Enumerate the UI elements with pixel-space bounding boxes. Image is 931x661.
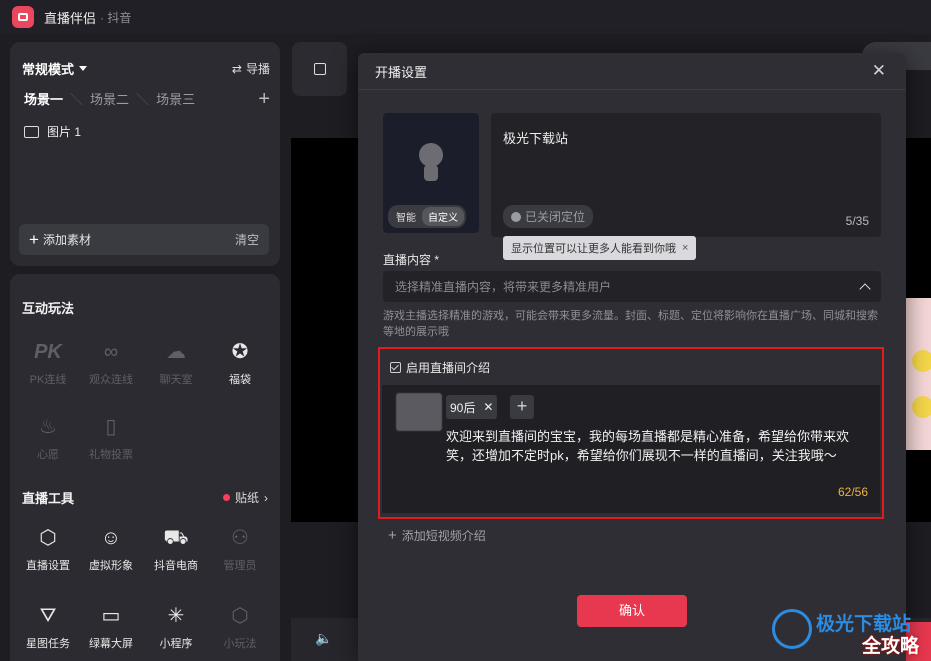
chevron-up-icon (859, 282, 871, 295)
ecommerce-button[interactable]: ⛟ 抖音电商 (146, 526, 206, 573)
tab-custom[interactable]: 自定义 (422, 207, 464, 226)
tab-scene-1[interactable]: 场景一 (24, 89, 63, 108)
edit-icon (313, 63, 326, 75)
plus-icon: + (29, 229, 39, 249)
live-settings-button[interactable]: ⬡ 直播设置 (18, 526, 78, 573)
settings-hex-icon: ⬡ (39, 527, 57, 549)
add-scene-icon[interactable]: + (258, 89, 270, 109)
placeholder-figure-icon (419, 143, 443, 167)
mini-program-icon: ✳ (167, 605, 185, 627)
speaker-icon[interactable]: 🔈 (315, 630, 332, 647)
mode-dropdown[interactable]: 常规模式 (22, 59, 88, 78)
bar-chart-icon: ▯ (105, 416, 117, 438)
lucky-bag-button[interactable]: ✪ 福袋 (210, 340, 270, 387)
monitor-icon: ▭ (101, 605, 121, 627)
title-char-count: 5/35 (845, 214, 869, 228)
wish-button[interactable]: ♨ 心愿 (18, 415, 78, 462)
app-title: 直播伴侣 (44, 10, 97, 26)
avatar-icon: ☺ (100, 527, 122, 549)
location-dot-icon (511, 211, 521, 222)
lamp-icon: ♨ (39, 416, 57, 438)
app-logo-icon (12, 6, 34, 28)
tag-chip: 90后 ✕ (446, 395, 498, 419)
green-screen-button[interactable]: ▭ 绿幕大屏 (81, 604, 141, 651)
stream-title-input[interactable]: 极光下载站 已关闭定位 5/35 (491, 113, 881, 237)
lucky-bag-icon: ✪ (231, 341, 249, 363)
chatroom-button[interactable]: ☁ 聊天室 (146, 340, 206, 387)
location-tooltip: 显示位置可以让更多人能看到你哦 × (503, 236, 697, 260)
tooltip-close-icon[interactable]: × (682, 242, 688, 254)
swap-icon: ⇄ (231, 61, 242, 76)
mini-game-icon: ⬡ (231, 605, 249, 627)
add-tag-button[interactable]: + (510, 395, 534, 419)
title-bar: 直播伴侣 · 抖音 (0, 0, 931, 34)
intro-highlight-box: 启用直播间介绍 90后 ✕ + 欢迎来到直播间的宝宝，我的每场直播都是精心准备，… (378, 347, 884, 519)
tab-scene-3[interactable]: 场景三 (156, 89, 195, 108)
tab-smart[interactable]: 智能 (390, 207, 422, 226)
link-icon: ∞ (103, 341, 119, 363)
tools-title: 直播工具 (22, 491, 75, 506)
sun-sticker-icon (912, 350, 931, 372)
avatar-button[interactable]: ☺ 虚拟形象 (81, 526, 141, 573)
mini-game-button[interactable]: ⬡ 小玩法 (210, 604, 270, 651)
sources-panel: 常规模式 ⇄ 导播 场景一 ＼ 场景二 ＼ 场景三 + 图片 1 + 添加素材 … (10, 42, 280, 266)
scene-tabs: 场景一 ＼ 场景二 ＼ 场景三 + (24, 87, 270, 110)
guide-button[interactable]: ⇄ 导播 (232, 60, 270, 77)
intro-char-count: 62/56 (837, 485, 868, 499)
modal-title: 开播设置 (375, 64, 428, 80)
intro-thumbnail (396, 393, 442, 431)
tools-panel: 互动玩法 PK PK连线 ∞ 观众连线 ☁ 聊天室 ✪ 福袋 ♨ 心愿 ▯ 礼物… (10, 274, 280, 661)
watermark-logo: 极光下载站 全攻略 (770, 605, 930, 661)
live-settings-modal: 开播设置 ✕ 智能 自定义 极光下载站 已关闭定位 5/35 显示位置可以让更多… (358, 53, 906, 661)
cart-icon: ⛟ (163, 527, 189, 549)
tag-remove-icon[interactable]: ✕ (483, 400, 493, 414)
content-select[interactable]: 选择精准直播内容，将带来更多精准用户 (383, 271, 881, 302)
sun-sticker-icon (912, 396, 931, 418)
pk-connect-button[interactable]: PK PK连线 (18, 340, 78, 387)
app-subtitle: · 抖音 (100, 10, 132, 25)
plus-icon: + (388, 527, 397, 544)
close-icon[interactable]: ✕ (872, 62, 886, 79)
sticker-button[interactable]: 贴纸 › (222, 489, 268, 506)
add-source-bar: + 添加素材 清空 (19, 224, 269, 255)
mini-program-button[interactable]: ✳ 小程序 (146, 604, 206, 651)
intro-text[interactable]: 欢迎来到直播间的宝宝，我的每场直播都是精心准备，希望给你带来欢笑，还增加不定时p… (446, 427, 872, 465)
gift-vote-button[interactable]: ▯ 礼物投票 (81, 415, 141, 462)
clear-button[interactable]: 清空 (235, 231, 259, 248)
add-video-button[interactable]: + 添加短视频介绍 (388, 527, 486, 544)
chevron-right-icon: › (264, 490, 268, 505)
image-icon (24, 125, 39, 138)
add-source-button[interactable]: 添加素材 (43, 231, 91, 248)
content-hint: 游戏主播选择精准的游戏，可能会带来更多流量。封面、标题、定位将影响你在直播广场、… (383, 310, 878, 338)
tab-scene-2[interactable]: 场景二 (90, 89, 129, 108)
admin-icon: ⚇ (231, 527, 249, 549)
confirm-button[interactable]: 确认 (577, 595, 687, 627)
chat-cloud-icon: ☁ (166, 341, 186, 363)
admin-button[interactable]: ⚇ 管理员 (210, 526, 270, 573)
interact-title: 互动玩法 (22, 301, 75, 316)
globe-logo-icon (772, 609, 812, 649)
star-task-icon: ⛛ (39, 605, 57, 627)
star-task-button[interactable]: ⛛ 星图任务 (18, 604, 78, 651)
caret-down-icon (79, 66, 88, 71)
edit-tool-button[interactable] (292, 42, 347, 96)
intro-toggle[interactable]: 启用直播间介绍 (382, 351, 880, 383)
location-toggle[interactable]: 已关闭定位 (503, 205, 594, 228)
intro-editor[interactable]: 90后 ✕ + 欢迎来到直播间的宝宝，我的每场直播都是精心准备，希望给你带来欢笑… (382, 385, 880, 513)
checkbox-checked-icon[interactable] (390, 361, 401, 373)
preview-image (906, 298, 931, 450)
content-label: 直播内容 * (383, 253, 440, 267)
source-item[interactable]: 图片 1 (24, 123, 81, 140)
notification-dot (222, 494, 230, 501)
pk-icon: PK (34, 341, 62, 363)
audience-connect-button[interactable]: ∞ 观众连线 (81, 340, 141, 387)
cover-mode-tabs: 智能 自定义 (388, 205, 466, 228)
cover-image[interactable]: 智能 自定义 (383, 113, 479, 233)
